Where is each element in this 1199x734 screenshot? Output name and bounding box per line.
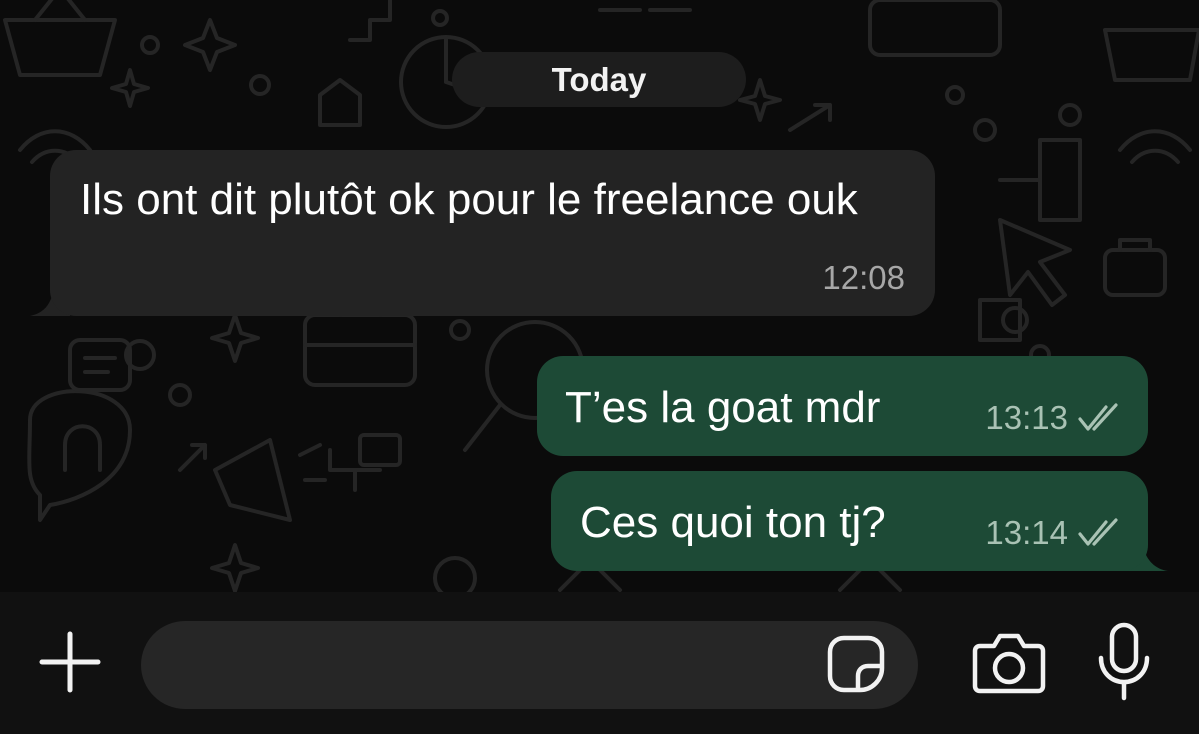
message-time: 12:08 [822,259,905,296]
message-incoming-1[interactable]: Ils ont dit plutôt ok pour le freelance … [50,150,935,316]
microphone-icon[interactable] [1096,622,1152,702]
message-text: Ils ont dit plutôt ok pour le freelance … [80,175,858,224]
composer-bar [0,592,1199,734]
chat-screen: Today Ils ont dit plutôt ok pour le free… [0,0,1199,734]
message-outgoing-2[interactable]: Ces quoi ton tj? 13:14 [551,471,1148,571]
message-input[interactable] [141,621,918,709]
message-time: 13:13 [985,399,1068,436]
message-time: 13:14 [985,514,1068,551]
sticker-icon[interactable] [826,634,886,694]
message-meta: 13:13 [985,398,1122,438]
message-outgoing-1[interactable]: T’es la goat mdr 13:13 [537,356,1148,456]
camera-icon[interactable] [972,632,1046,694]
plus-icon[interactable] [38,630,102,694]
message-meta: 13:14 [985,513,1122,553]
double-check-read-icon [1078,403,1118,431]
double-check-read-icon [1078,518,1118,546]
date-separator: Today [452,52,746,107]
message-meta: 12:08 [822,258,905,298]
